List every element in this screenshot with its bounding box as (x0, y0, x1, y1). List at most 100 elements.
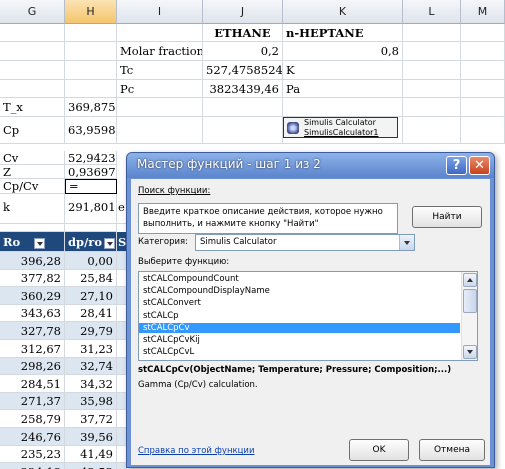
scroll-thumb[interactable] (463, 289, 477, 313)
prop-label[interactable]: Cp/Cv (0, 179, 65, 194)
function-list-item[interactable]: stCALCompoundCount (139, 274, 460, 284)
column-header-g[interactable]: G (0, 0, 65, 24)
table-cell-dp-ro[interactable]: 43,53 (65, 463, 117, 469)
filter-dropdown-icon[interactable] (104, 237, 116, 249)
table-cell-ro[interactable]: 343,63 (0, 305, 65, 322)
table-cell-ro[interactable]: 377,82 (0, 270, 65, 287)
cell[interactable] (117, 117, 203, 144)
header-ethane[interactable]: ETHANE (203, 24, 283, 42)
scroll-up-icon[interactable] (463, 273, 477, 287)
cell[interactable] (283, 98, 403, 117)
prop-value[interactable]: 52,94238 (65, 151, 117, 165)
cell[interactable] (403, 61, 461, 80)
cell[interactable] (65, 24, 117, 42)
prop-label[interactable]: T_x (0, 98, 65, 117)
header-n-heptane[interactable]: n-HEPTANE (283, 24, 403, 42)
cell[interactable] (403, 98, 461, 117)
cell[interactable] (403, 24, 461, 42)
cell[interactable] (117, 98, 203, 117)
cell[interactable] (461, 80, 505, 98)
cell[interactable] (461, 61, 505, 80)
table-cell-dp-ro[interactable]: 27,10 (65, 287, 117, 305)
table-cell-ro[interactable]: 298,26 (0, 358, 65, 375)
cell[interactable] (461, 42, 505, 61)
prop-value[interactable]: 63,95982 (65, 117, 117, 144)
cell[interactable] (65, 80, 117, 98)
function-list-scrollbar[interactable] (461, 272, 477, 360)
function-list[interactable]: stCALCompoundCount stCALCompoundDisplayNa… (138, 271, 478, 361)
find-button[interactable]: Найти (412, 206, 482, 228)
function-list-item[interactable]: stCALConvert (139, 298, 460, 308)
table-cell-dp-ro[interactable]: 37,72 (65, 410, 117, 428)
table-cell-dp-ro[interactable]: 29,79 (65, 322, 117, 340)
prop-value[interactable]: 291,8015 (65, 194, 117, 224)
cell[interactable] (403, 42, 461, 61)
info-label[interactable]: Molar fractions (117, 42, 203, 61)
chevron-down-icon[interactable] (399, 235, 414, 250)
cell[interactable] (65, 42, 117, 61)
cell[interactable] (0, 224, 65, 232)
prop-value[interactable]: 369,8756 (65, 98, 117, 117)
prop-label[interactable]: Cp (0, 117, 65, 144)
table-header-dp-ro[interactable]: dp/ro (65, 232, 117, 252)
table-cell-dp-ro[interactable]: 28,41 (65, 305, 117, 322)
help-link[interactable]: Справка по этой функции (138, 446, 254, 456)
function-list-item[interactable]: stCALCompoundDisplayName (139, 286, 460, 296)
prop-label[interactable]: Z (0, 165, 65, 179)
prop-label[interactable]: k (0, 194, 65, 224)
search-input[interactable]: Введите краткое описание действия, котор… (138, 203, 398, 234)
table-cell-dp-ro[interactable]: 32,74 (65, 358, 117, 375)
close-icon[interactable]: ✕ (469, 156, 490, 175)
table-cell-dp-ro[interactable]: 34,32 (65, 375, 117, 393)
tc-value[interactable]: 527,4758524 (203, 61, 283, 80)
function-list-item[interactable]: stCALCpCvL (139, 347, 460, 357)
prop-label[interactable]: Cv (0, 151, 65, 165)
table-cell-ro[interactable]: 284,51 (0, 375, 65, 393)
help-icon[interactable]: ? (446, 156, 467, 175)
table-cell-ro[interactable]: 246,76 (0, 428, 65, 446)
table-cell-dp-ro[interactable]: 35,98 (65, 393, 117, 410)
column-header-k[interactable]: K (283, 0, 403, 24)
cell[interactable] (65, 224, 117, 232)
ok-button[interactable]: OK (349, 439, 409, 461)
scroll-down-icon[interactable] (463, 345, 477, 359)
table-cell-ro[interactable]: 396,28 (0, 252, 65, 270)
cell[interactable] (0, 42, 65, 61)
table-cell-dp-ro[interactable]: 31,23 (65, 340, 117, 358)
column-header-h[interactable]: H (65, 0, 117, 24)
info-label[interactable]: Tc (117, 61, 203, 80)
active-formula-cell[interactable]: = (65, 179, 117, 194)
function-list-item[interactable]: stCALCp (139, 311, 460, 321)
cell[interactable] (0, 61, 65, 80)
table-cell-dp-ro[interactable]: 41,49 (65, 446, 117, 463)
table-cell-dp-ro[interactable]: 0,00 (65, 252, 117, 270)
table-cell-ro[interactable]: 258,79 (0, 410, 65, 428)
dialog-titlebar[interactable]: Мастер функций - шаг 1 из 2 ? ✕ (127, 153, 494, 178)
filter-dropdown-icon[interactable] (34, 237, 46, 249)
cell[interactable] (403, 80, 461, 98)
cancel-button[interactable]: Отмена (419, 439, 485, 461)
tc-unit[interactable]: K (283, 61, 403, 80)
cell[interactable] (461, 24, 505, 42)
column-header-m[interactable]: M (461, 0, 505, 24)
cell[interactable] (0, 24, 65, 42)
function-list-item[interactable]: stCALCpCv (139, 322, 460, 333)
ethane-molar-fraction[interactable]: 0,2 (203, 42, 283, 61)
cell[interactable] (461, 117, 505, 144)
cell[interactable] (117, 24, 203, 42)
table-cell-ro[interactable]: 312,67 (0, 340, 65, 358)
pc-unit[interactable]: Pa (283, 80, 403, 98)
simulis-calculator-button[interactable]: Simulis Calculator SimulisCalculator1 (283, 117, 398, 138)
category-select[interactable]: Simulis Calculator (195, 234, 415, 251)
table-cell-ro[interactable]: 235,23 (0, 446, 65, 463)
column-header-i[interactable]: I (117, 0, 203, 24)
column-header-j[interactable]: J (203, 0, 283, 24)
cell[interactable] (403, 117, 461, 144)
cell[interactable] (65, 61, 117, 80)
table-cell-dp-ro[interactable]: 39,56 (65, 428, 117, 446)
table-cell-dp-ro[interactable]: 25,84 (65, 270, 117, 287)
table-header-ro[interactable]: Ro (0, 232, 65, 252)
table-cell-ro[interactable]: 360,29 (0, 287, 65, 305)
pc-value[interactable]: 3823439,46 (203, 80, 283, 98)
heptane-molar-fraction[interactable]: 0,8 (283, 42, 403, 61)
